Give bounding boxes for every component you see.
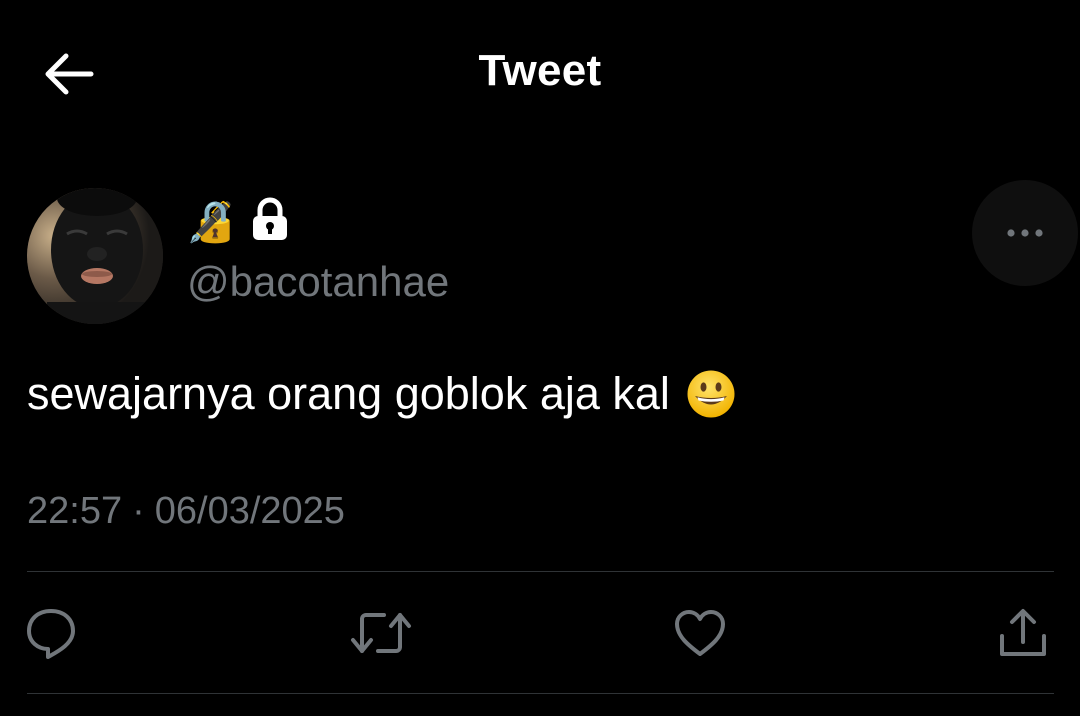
tweet-time: 22:57 <box>27 490 123 532</box>
back-button[interactable] <box>36 44 100 104</box>
avatar[interactable] <box>27 188 163 324</box>
tweet-date: 06/03/2025 <box>154 490 345 532</box>
grinning-face-emoji <box>687 370 735 418</box>
heart-icon <box>675 610 725 656</box>
divider <box>27 693 1054 694</box>
tweet-detail-screen: Tweet 🔏 @bacotanhae sewajarnya orang gob… <box>0 0 1080 716</box>
reply-button[interactable] <box>16 598 86 668</box>
arrow-left-icon <box>45 53 94 95</box>
share-icon <box>1000 609 1046 656</box>
retweet-button[interactable] <box>346 598 416 668</box>
retweet-icon <box>351 613 411 653</box>
more-options-button[interactable] <box>972 180 1078 286</box>
tweet-actions-bar <box>0 598 1080 668</box>
timestamp-separator: · <box>132 490 145 532</box>
tweet-timestamp: 22:57 · 06/03/2025 <box>27 490 345 533</box>
avatar-image <box>27 188 163 324</box>
divider <box>27 571 1054 572</box>
locked-with-pen-emoji: 🔏 <box>186 199 236 245</box>
speech-bubble-icon <box>27 609 75 659</box>
username-handle[interactable]: @bacotanhae <box>187 258 449 306</box>
share-button[interactable] <box>988 598 1058 668</box>
tweet-text-content: sewajarnya orang goblok aja kal <box>27 368 670 419</box>
like-button[interactable] <box>665 598 735 668</box>
top-bar: Tweet <box>0 0 1080 150</box>
lock-icon <box>250 197 290 248</box>
ellipsis-icon <box>1007 229 1043 237</box>
tweet-text: sewajarnya orang goblok aja kal <box>27 368 736 420</box>
display-name[interactable]: 🔏 <box>186 196 290 248</box>
page-title: Tweet <box>478 46 602 95</box>
